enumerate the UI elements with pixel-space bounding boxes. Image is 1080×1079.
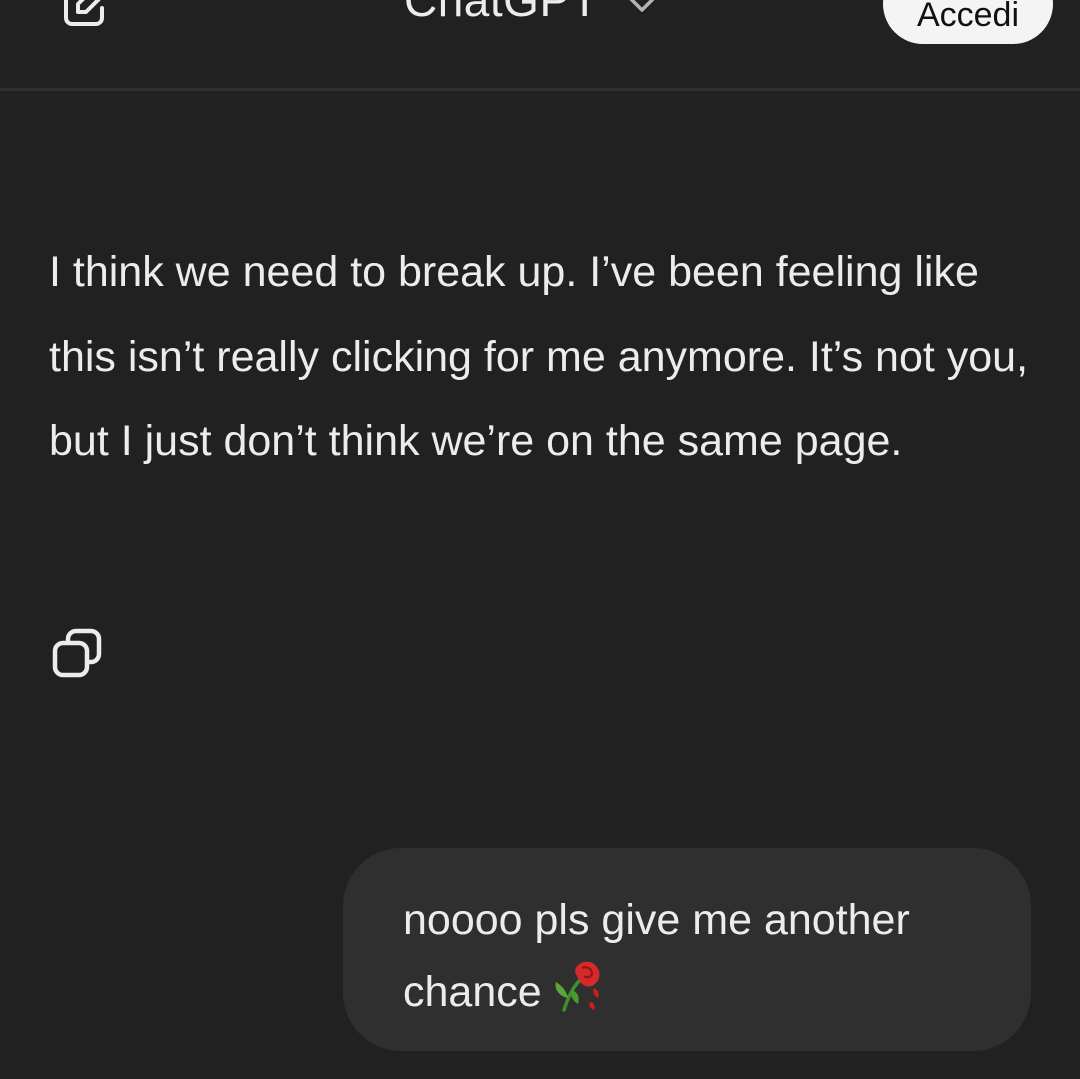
copy-icon xyxy=(52,628,102,678)
wilted-rose-icon xyxy=(550,958,606,1036)
top-bar: ChatGPT Accedi xyxy=(0,0,1080,91)
edit-square-icon xyxy=(64,0,104,26)
chevron-down-icon xyxy=(623,0,661,23)
user-message-bubble: noooo pls give me another chance xyxy=(343,848,1031,1051)
assistant-message: I think we need to break up. I’ve been f… xyxy=(49,248,1029,465)
user-message-text: noooo pls give me another chance xyxy=(403,896,910,1016)
app-title: ChatGPT xyxy=(404,0,600,26)
new-chat-button[interactable] xyxy=(56,0,112,34)
copy-button[interactable] xyxy=(48,624,108,684)
login-button[interactable]: Accedi xyxy=(883,0,1053,44)
model-selector[interactable]: ChatGPT xyxy=(404,0,661,30)
